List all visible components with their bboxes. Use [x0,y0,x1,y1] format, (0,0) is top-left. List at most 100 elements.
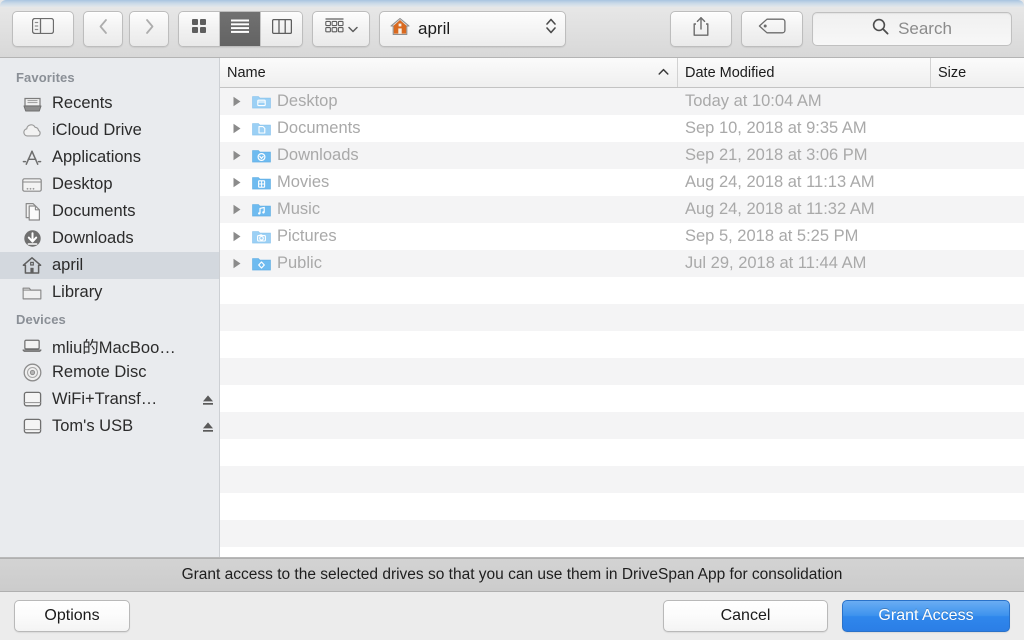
sidebar-item-label: Applications [52,148,141,166]
row-date-label: Aug 24, 2018 at 11:32 AM [685,200,875,218]
disclosure-triangle-icon[interactable] [228,96,245,107]
table-row[interactable]: Downloads Sep 21, 2018 at 3:06 PM [220,142,1024,169]
options-button[interactable]: Options [14,600,130,632]
row-name-label: Pictures [277,227,337,245]
applications-icon [22,149,42,167]
column-header-size[interactable]: Size [931,58,1024,87]
dialog-body: Favorites Recents iCloud Drive Applicati… [0,58,1024,558]
row-date-label: Sep 21, 2018 at 3:06 PM [685,146,868,164]
eject-icon[interactable] [201,393,219,407]
sidebar-item-icloud-drive[interactable]: iCloud Drive [0,117,219,144]
row-name-cell: Downloads [220,146,678,165]
disclosure-triangle-icon[interactable] [228,177,245,188]
sidebar-item-label: Desktop [52,175,113,193]
row-name-cell: Public [220,254,678,273]
view-list-button[interactable] [220,11,261,46]
column-header-date-modified[interactable]: Date Modified [678,58,931,87]
sidebar-item-recents[interactable]: Recents [0,90,219,117]
search-input[interactable]: Search [812,11,1012,46]
column-header-name[interactable]: Name [220,58,678,87]
path-popup-button[interactable]: april [379,10,566,47]
row-date-label: Sep 5, 2018 at 5:25 PM [685,227,859,245]
search-icon [872,18,889,40]
disclosure-triangle-icon[interactable] [228,123,245,134]
sidebar-item-downloads[interactable]: Downloads [0,225,219,252]
file-rows: Desktop Today at 10:04 AM Documents Sep … [220,88,1024,557]
view-mode-segmented-control [178,10,303,47]
cancel-button[interactable]: Cancel [663,600,828,632]
empty-row [220,385,1024,412]
table-row[interactable]: Pictures Sep 5, 2018 at 5:25 PM [220,223,1024,250]
row-date-label: Jul 29, 2018 at 11:44 AM [685,254,867,272]
sidebar-item-label: Remote Disc [52,363,147,381]
row-name-cell: Desktop [220,92,678,111]
empty-row [220,412,1024,439]
folder-pictures-icon [251,229,271,244]
table-row[interactable]: Documents Sep 10, 2018 at 9:35 AM [220,115,1024,142]
table-row[interactable]: Movies Aug 24, 2018 at 11:13 AM [220,169,1024,196]
folder-movies-icon [251,175,271,190]
grant-access-button[interactable]: Grant Access [842,600,1010,632]
recents-icon [22,95,42,113]
row-name-cell: Pictures [220,227,678,246]
empty-row [220,358,1024,385]
column-header-name-label: Name [227,64,266,81]
search-placeholder: Search [898,18,952,38]
sidebar-item-label: Documents [52,202,136,220]
table-row[interactable]: Music Aug 24, 2018 at 11:32 AM [220,196,1024,223]
sidebar-item-april[interactable]: april [0,252,219,279]
cancel-button-label: Cancel [720,607,771,624]
row-name-cell: Movies [220,173,678,192]
message-text: Grant access to the selected drives so t… [181,566,843,583]
empty-row [220,547,1024,557]
chevron-right-icon [144,18,155,40]
sidebar-item-label: Library [52,283,103,301]
back-button[interactable] [83,10,123,47]
list-view-icon [231,19,249,38]
sidebar-item-documents[interactable]: Documents [0,198,219,225]
grant-access-button-label: Grant Access [878,607,974,624]
disclosure-triangle-icon[interactable] [228,231,245,242]
tags-button[interactable] [741,10,803,47]
view-icon-button[interactable] [179,11,220,46]
table-row[interactable]: Desktop Today at 10:04 AM [220,88,1024,115]
disclosure-triangle-icon[interactable] [228,258,245,269]
sidebar-toggle-icon [31,17,55,39]
disclosure-triangle-icon[interactable] [228,150,245,161]
empty-rows [220,277,1024,557]
row-name-label: Music [277,200,321,218]
sidebar-item-label: mliu的MacBoo… [52,338,176,357]
table-row[interactable]: Public Jul 29, 2018 at 11:44 AM [220,250,1024,277]
sidebar-item-applications[interactable]: Applications [0,144,219,171]
sidebar-item-remote-disc[interactable]: Remote Disc [0,359,219,386]
sort-ascending-icon [658,67,669,79]
column-headers: Name Date Modified Size [220,58,1024,88]
share-button[interactable] [670,10,732,47]
chevron-down-icon [347,20,358,38]
view-column-button[interactable] [261,11,302,46]
sidebar-item-macbook[interactable]: mliu的MacBoo… [0,332,219,359]
folder-music-icon [251,202,271,217]
eject-icon[interactable] [201,420,219,434]
laptop-icon [22,338,42,353]
sidebar-item-library[interactable]: Library [0,279,219,306]
disclosure-triangle-icon[interactable] [228,204,245,215]
sidebar: Favorites Recents iCloud Drive Applicati… [0,58,220,557]
updown-chevron-icon [545,16,557,41]
external-drive-icon [22,391,42,408]
folder-icon [22,284,42,301]
sidebar-toggle-button[interactable] [12,10,74,47]
arrange-by-button[interactable] [312,10,370,47]
path-popup-label: april [418,18,451,38]
row-date-label: Sep 10, 2018 at 9:35 AM [685,119,867,137]
sidebar-section-favorites-title: Favorites [16,70,75,85]
downloads-icon [22,229,42,248]
forward-button[interactable] [129,10,169,47]
sidebar-item-desktop[interactable]: Desktop [0,171,219,198]
sidebar-section-devices-title: Devices [16,312,66,327]
chevron-left-icon [98,18,109,40]
sidebar-item-wifi-transfer-drive[interactable]: WiFi+Transf… [0,386,219,413]
sidebar-item-toms-usb[interactable]: Tom's USB [0,413,219,440]
toolbar: april Search [0,0,1024,58]
folder-desktop-icon [251,94,271,109]
